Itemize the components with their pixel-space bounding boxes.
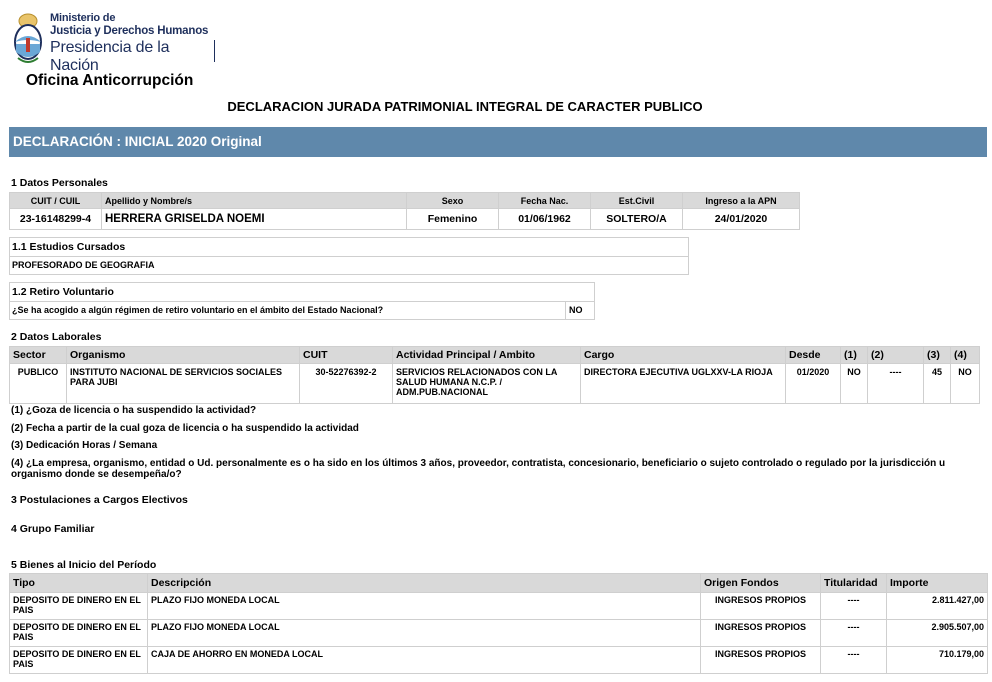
col-activity: Actividad Principal / Ambito bbox=[392, 346, 581, 364]
col-sex: Sexo bbox=[406, 192, 499, 209]
col-civil-status: Est.Civil bbox=[590, 192, 683, 209]
personal-data-table: CUIT / CUIL Apellido y Nombre/s Sexo Fec… bbox=[9, 192, 800, 230]
labor-note-1: (1) ¿Goza de licencia o ha suspendido la… bbox=[11, 405, 257, 416]
organism-value: INSTITUTO NACIONAL DE SERVICIOS SOCIALES… bbox=[66, 363, 300, 404]
q3-value: 45 bbox=[923, 363, 951, 404]
logo-line-presidency: Presidencia de la Nación bbox=[50, 39, 170, 74]
col-birthdate: Fecha Nac. bbox=[498, 192, 591, 209]
col-cuit: CUIT / CUIL bbox=[9, 192, 102, 209]
asset-funds-origin: INGRESOS PROPIOS bbox=[700, 646, 821, 674]
since-value: 01/2020 bbox=[785, 363, 841, 404]
declaration-bar: DECLARACIÓN : INICIAL 2020 Original bbox=[9, 127, 987, 157]
table-row: DEPOSITO DE DINERO EN EL PAIS PLAZO FIJO… bbox=[9, 619, 988, 647]
personal-header-row: CUIT / CUIL Apellido y Nombre/s Sexo Fec… bbox=[9, 192, 800, 209]
asset-ownership: ---- bbox=[820, 592, 887, 620]
section-labor-title: 2 Datos Laborales bbox=[11, 331, 102, 343]
section-elections-title: 3 Postulaciones a Cargos Electivos bbox=[11, 494, 188, 506]
position-value: DIRECTORA EJECUTIVA UGLXXV-LA RIOJA bbox=[580, 363, 786, 404]
col-q2: (2) bbox=[867, 346, 924, 364]
personal-value-row: 23-16148299-4 HERRERA GRISELDA NOEMI Fem… bbox=[9, 208, 800, 230]
labor-cuit-value: 30-52276392-2 bbox=[299, 363, 393, 404]
retirement-answer: NO bbox=[569, 305, 583, 315]
sector-value: PUBLICO bbox=[9, 363, 67, 404]
logo-line-ministry: Ministerio de bbox=[50, 12, 116, 24]
asset-amount: 2.811.427,00 bbox=[886, 592, 988, 620]
col-funds-origin: Origen Fondos bbox=[700, 573, 821, 593]
labor-note-2: (2) Fecha a partir de la cual goza de li… bbox=[11, 423, 359, 434]
table-row: DEPOSITO DE DINERO EN EL PAIS CAJA DE AH… bbox=[9, 646, 988, 674]
asset-type: DEPOSITO DE DINERO EN EL PAIS bbox=[9, 646, 148, 674]
col-apn-entry: Ingreso a la APN bbox=[682, 192, 800, 209]
section-personal-title: 1 Datos Personales bbox=[11, 177, 108, 189]
studies-value: PROFESORADO DE GEOGRAFIA bbox=[12, 260, 155, 270]
section-family-title: 4 Grupo Familiar bbox=[11, 523, 95, 535]
asset-amount: 2.905.507,00 bbox=[886, 619, 988, 647]
logo-line-justice: Justicia y Derechos Humanos bbox=[50, 25, 209, 37]
table-row: DEPOSITO DE DINERO EN EL PAIS PLAZO FIJO… bbox=[9, 592, 988, 620]
asset-type: DEPOSITO DE DINERO EN EL PAIS bbox=[9, 619, 148, 647]
document-title: DECLARACION JURADA PATRIMONIAL INTEGRAL … bbox=[227, 99, 703, 114]
col-since: Desde bbox=[785, 346, 841, 364]
retirement-box: 1.2 Retiro Voluntario ¿Se ha acogido a a… bbox=[9, 282, 595, 320]
q1-value: NO bbox=[840, 363, 868, 404]
col-ownership: Titularidad bbox=[820, 573, 887, 593]
col-description: Descripción bbox=[147, 573, 701, 593]
section-retirement-title: 1.2 Retiro Voluntario bbox=[12, 286, 114, 298]
office-name: Oficina Anticorrupción bbox=[26, 72, 194, 89]
col-name: Apellido y Nombre/s bbox=[101, 192, 407, 209]
declaration-label: DECLARACIÓN : INICIAL 2020 Original bbox=[13, 134, 262, 149]
asset-description: CAJA DE AHORRO EN MONEDA LOCAL bbox=[147, 646, 701, 674]
col-organism: Organismo bbox=[66, 346, 300, 364]
divider bbox=[10, 301, 594, 302]
labor-row: PUBLICO INSTITUTO NACIONAL DE SERVICIOS … bbox=[9, 363, 980, 404]
activity-value: SERVICIOS RELACIONADOS CON LA SALUD HUMA… bbox=[392, 363, 581, 404]
labor-note-4: (4) ¿La empresa, organismo, entidad o Ud… bbox=[11, 458, 946, 480]
coat-of-arms-icon bbox=[14, 13, 42, 63]
q2-value: ---- bbox=[867, 363, 924, 404]
name-value: HERRERA GRISELDA NOEMI bbox=[101, 208, 407, 230]
labor-note-3: (3) Dedicación Horas / Semana bbox=[11, 440, 158, 451]
col-type: Tipo bbox=[9, 573, 148, 593]
retirement-question: ¿Se ha acogido a algún régimen de retiro… bbox=[12, 305, 384, 315]
labor-header-row: Sector Organismo CUIT Actividad Principa… bbox=[9, 346, 980, 364]
col-position: Cargo bbox=[580, 346, 786, 364]
assets-header-row: Tipo Descripción Origen Fondos Titularid… bbox=[9, 573, 988, 593]
q4-value: NO bbox=[950, 363, 980, 404]
asset-type: DEPOSITO DE DINERO EN EL PAIS bbox=[9, 592, 148, 620]
asset-description: PLAZO FIJO MONEDA LOCAL bbox=[147, 592, 701, 620]
col-q4: (4) bbox=[950, 346, 980, 364]
asset-funds-origin: INGRESOS PROPIOS bbox=[700, 592, 821, 620]
ministry-logo: Ministerio de Justicia y Derechos Humano… bbox=[10, 8, 220, 74]
assets-table: Tipo Descripción Origen Fondos Titularid… bbox=[9, 573, 988, 674]
divider bbox=[10, 256, 688, 257]
sex-value: Femenino bbox=[406, 208, 499, 230]
asset-ownership: ---- bbox=[820, 619, 887, 647]
apn-entry-value: 24/01/2020 bbox=[682, 208, 800, 230]
labor-table: Sector Organismo CUIT Actividad Principa… bbox=[9, 346, 980, 404]
col-cuit: CUIT bbox=[299, 346, 393, 364]
asset-funds-origin: INGRESOS PROPIOS bbox=[700, 619, 821, 647]
col-amount: Importe bbox=[886, 573, 988, 593]
cuit-value: 23-16148299-4 bbox=[9, 208, 102, 230]
birthdate-value: 01/06/1962 bbox=[498, 208, 591, 230]
section-studies-title: 1.1 Estudios Cursados bbox=[12, 241, 126, 253]
col-q1: (1) bbox=[840, 346, 868, 364]
col-q3: (3) bbox=[923, 346, 951, 364]
logo-divider bbox=[214, 40, 215, 62]
asset-ownership: ---- bbox=[820, 646, 887, 674]
asset-amount: 710.179,00 bbox=[886, 646, 988, 674]
studies-box: 1.1 Estudios Cursados PROFESORADO DE GEO… bbox=[9, 237, 689, 275]
civil-status-value: SOLTERO/A bbox=[590, 208, 683, 230]
divider bbox=[565, 301, 566, 319]
asset-description: PLAZO FIJO MONEDA LOCAL bbox=[147, 619, 701, 647]
section-assets-title: 5 Bienes al Inicio del Período bbox=[11, 559, 157, 571]
col-sector: Sector bbox=[9, 346, 67, 364]
